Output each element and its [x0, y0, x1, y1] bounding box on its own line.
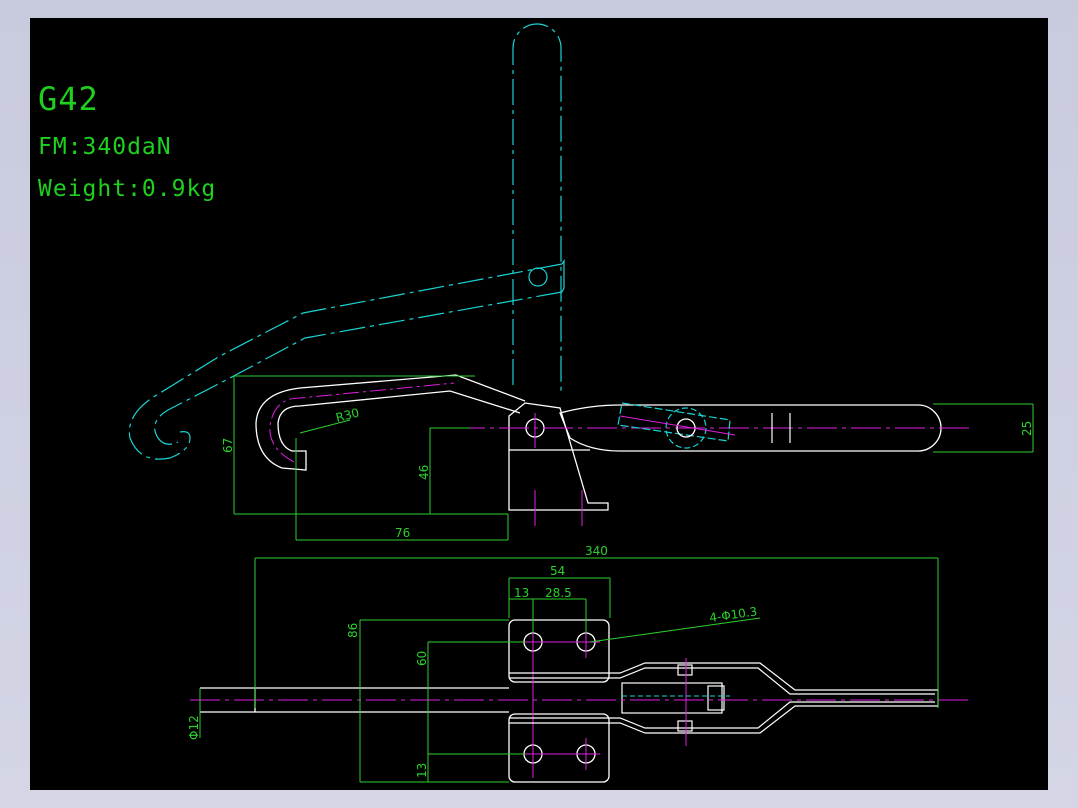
top-view: 340 54 13 28.5 4-Φ10.3 86 60 13 Φ12 — [187, 544, 970, 783]
dim-rod-diameter: Φ12 — [187, 715, 201, 740]
mounting-holes — [523, 632, 596, 764]
cad-canvas[interactable]: G42 FM:340daN Weight:0.9kg R30 67 46 76 … — [30, 18, 1048, 790]
dim-hole-edge: 13 — [514, 586, 529, 600]
dim-hook-radius: R30 — [334, 406, 360, 425]
dim-handle-thickness: 25 — [1020, 421, 1034, 436]
pin-top — [677, 664, 693, 676]
dim-overall-height: 67 — [221, 438, 235, 453]
vertical-handle-alt — [512, 23, 562, 393]
pin-bottom — [677, 720, 693, 732]
hook-centerline — [269, 382, 455, 463]
clamp-body — [255, 662, 939, 734]
dim-pivot-height: 46 — [417, 465, 431, 480]
dim-hole-pitch-x: 28.5 — [545, 586, 572, 600]
viewport-frame: G42 FM:340daN Weight:0.9kg R30 67 46 76 … — [0, 0, 1078, 808]
dim-hook-offset: 76 — [395, 526, 410, 540]
dim-hole-edge-y: 13 — [415, 763, 429, 778]
dim-base-height: 86 — [346, 623, 360, 638]
horizontal-handle — [559, 404, 942, 452]
swung-hook-alt — [128, 263, 563, 460]
dim-base-width: 54 — [550, 564, 565, 578]
base-bracket — [508, 402, 609, 511]
swung-pivot-hole-alt — [528, 267, 548, 287]
swung-arm-end-alt — [561, 259, 565, 293]
dim-hole-pitch-y: 60 — [415, 651, 429, 666]
side-view: R30 67 46 76 25 — [128, 23, 1034, 541]
dim-overall-length: 340 — [585, 544, 608, 558]
base-plate-bottom — [508, 713, 610, 783]
tension-rod — [617, 402, 731, 442]
cad-drawing: R30 67 46 76 25 340 54 13 28.5 4-Φ10.3 8… — [128, 23, 1034, 783]
hole-centerlines — [520, 626, 600, 778]
pivot-block — [621, 682, 723, 714]
